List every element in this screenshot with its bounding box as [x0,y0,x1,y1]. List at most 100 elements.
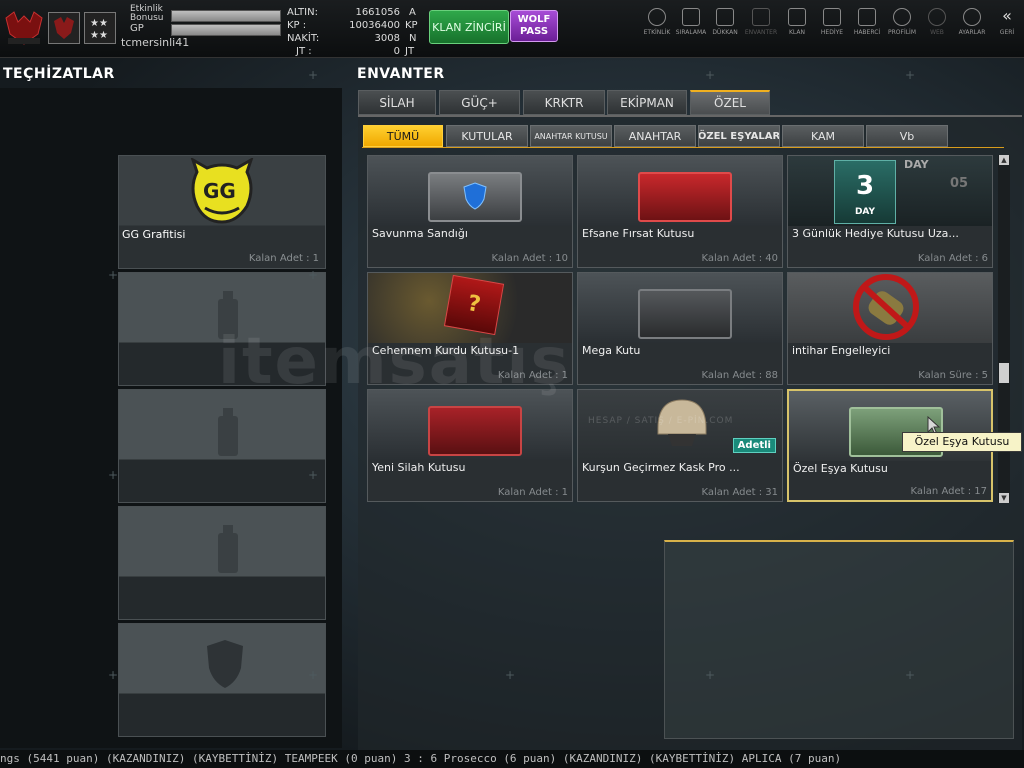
item-detail-panel [664,540,1014,739]
grenade-block-icon [853,274,919,340]
red-crate-icon [428,406,522,456]
nav-envanter[interactable]: ENVANTER [744,8,778,36]
equipment-slot-empty[interactable] [118,623,326,737]
decor-plus: + [705,668,716,682]
decor-plus: + [308,68,319,82]
currency-kp-value: 10036400 [349,20,400,31]
svg-text:★★: ★★ [90,18,108,29]
subtab-ozel-esyalar[interactable]: ÖZEL EŞYALAR [698,125,780,147]
scroll-down-icon[interactable]: ▼ [999,493,1009,503]
nav-geri[interactable]: «GERİ [990,8,1024,37]
item-name: 3 Günlük Hediye Kutusu Uza... [792,227,959,240]
inventory-item-kursun-gecirmez-kask[interactable]: Adetli Kurşun Geçirmez Kask Pro ... Kala… [577,389,783,502]
equipment-title: TEÇHİZATLAR [3,66,115,82]
equipment-slot-empty[interactable] [118,389,326,503]
decor-plus: + [905,668,916,682]
scroll-thumb[interactable] [999,363,1009,383]
nav-siralama[interactable]: SIRALAMA [674,8,708,36]
inventory-icon [752,8,770,26]
currency-jt-label: JT : [296,46,312,57]
username: tcmersinli41 [121,36,190,49]
item-name: Savunma Sandığı [372,227,468,240]
subtab-tumu[interactable]: TÜMÜ [363,125,443,147]
tab-ozel[interactable]: ÖZEL [690,90,770,115]
tab-guc[interactable]: GÜÇ+ [439,90,520,115]
inventory-item-3-gunluk-hediye-kutusu[interactable]: 3 DAY DAY 05 3 Günlük Hediye Kutusu Uza.… [787,155,993,268]
cart-icon [716,8,734,26]
scroll-up-icon[interactable]: ▲ [999,155,1009,165]
inventory-title: ENVANTER [357,66,445,82]
currency-gold-label: ALTIN: [287,7,318,18]
item-image [368,390,572,460]
decor-plus: + [308,468,319,482]
decor-plus: + [308,268,319,282]
item-name: Özel Eşya Kutusu [793,462,888,475]
item-name: Mega Kutu [582,344,641,357]
inventory-item-efsane-firsat-kutusu[interactable]: Efsane Fırsat Kutusu Kalan Adet : 40 [577,155,783,268]
currency-gold-value: 1661056 [355,7,400,18]
decor-plus: + [905,68,916,82]
currency-cash-value: 3008 [374,33,400,44]
item-quantity: Kalan Adet : 40 [701,253,778,264]
nav-web[interactable]: WEB [920,8,954,36]
inventory-item-intihar-engelleyici[interactable]: intihar Engelleyici Kalan Süre : 5 [787,272,993,385]
timer-icon [648,8,666,26]
equipment-slot-empty[interactable] [118,506,326,620]
clan-emblem-icon[interactable] [48,12,80,44]
megaphone-icon [858,8,876,26]
subtab-kam[interactable]: KAM [782,125,864,147]
item-image: 3 DAY DAY 05 [788,156,992,226]
tab-silah[interactable]: SİLAH [358,90,436,115]
subtab-anahtar-kutusu[interactable]: ANAHTAR KUTUSU [530,125,612,147]
watermark-sub: HESAP / SATIŞ / E-PİN.COM [588,416,734,426]
crate-icon [428,172,522,222]
item-name: Efsane Fırsat Kutusu [582,227,695,240]
svg-text:GG: GG [203,179,236,203]
day-side-label: 05 [950,176,969,191]
gear-icon [963,8,981,26]
subtab-vb[interactable]: Vb [866,125,948,147]
globe-icon [928,8,946,26]
shield-icon [788,8,806,26]
item-tooltip: Özel Eşya Kutusu [902,432,1022,452]
nav-dukkan[interactable]: DÜKKAN [708,8,742,36]
nav-klan[interactable]: KLAN [780,8,814,36]
item-quantity: Kalan Adet : 17 [910,486,987,497]
currency-gold-unit: A [409,7,416,18]
event-bonus-bar [171,10,281,22]
item-quantity: Kalan Adet : 31 [701,487,778,498]
rank-stars-icon: ★★ ★★ [84,12,116,44]
shield-icon [207,640,243,688]
item-image [788,273,992,343]
mega-crate-icon [638,289,732,339]
wolf-pass-button[interactable]: WOLF PASS [510,10,558,42]
tab-krktr[interactable]: KRKTR [523,90,605,115]
item-quantity: Kalan Adet : 6 [917,253,988,264]
currency-cash-unit: N [409,33,417,44]
decor-plus: + [705,68,716,82]
gp-bar [171,24,281,36]
profile-icon [893,8,911,26]
tab-ekipman[interactable]: EKİPMAN [607,90,687,115]
subtab-kutular[interactable]: KUTULAR [446,125,528,147]
spray-can-icon [218,525,238,573]
inventory-item-yeni-silah-kutusu[interactable]: Yeni Silah Kutusu Kalan Adet : 1 [367,389,573,502]
match-ticker: ngs (5441 puan) (KAZANDINIZ) (KAYBETTİNİ… [0,750,1024,768]
day-top-label: DAY [904,158,929,171]
subtab-anahtar[interactable]: ANAHTAR [614,125,696,147]
inventory-item-savunma-sandigi[interactable]: Savunma Sandığı Kalan Adet : 10 [367,155,573,268]
nav-haberci[interactable]: HABERCİ [850,8,884,36]
currency-cash-label: NAKİT: [287,33,320,44]
inventory-item-mega-kutu[interactable]: Mega Kutu Kalan Adet : 88 [577,272,783,385]
nav-etkinlik[interactable]: ETKİNLİK [640,8,674,36]
nav-profilim[interactable]: PROFİLİM [885,8,919,36]
klan-zinciri-button[interactable]: KLAN ZİNCİRİ [429,10,509,44]
equipment-slot-graffiti[interactable]: GG GG Grafitisi Kalan Adet : 1 [118,155,326,269]
slot-name: GG Grafitisi [122,228,186,241]
currency-kp-unit: KP [405,20,418,31]
currency-jt-unit: JT [405,46,415,57]
nav-ayarlar[interactable]: AYARLAR [955,8,989,36]
watermark: itemsatış [218,325,571,399]
item-quantity: Kalan Adet : 1 [497,487,568,498]
nav-hediye[interactable]: HEDİYE [815,8,849,36]
